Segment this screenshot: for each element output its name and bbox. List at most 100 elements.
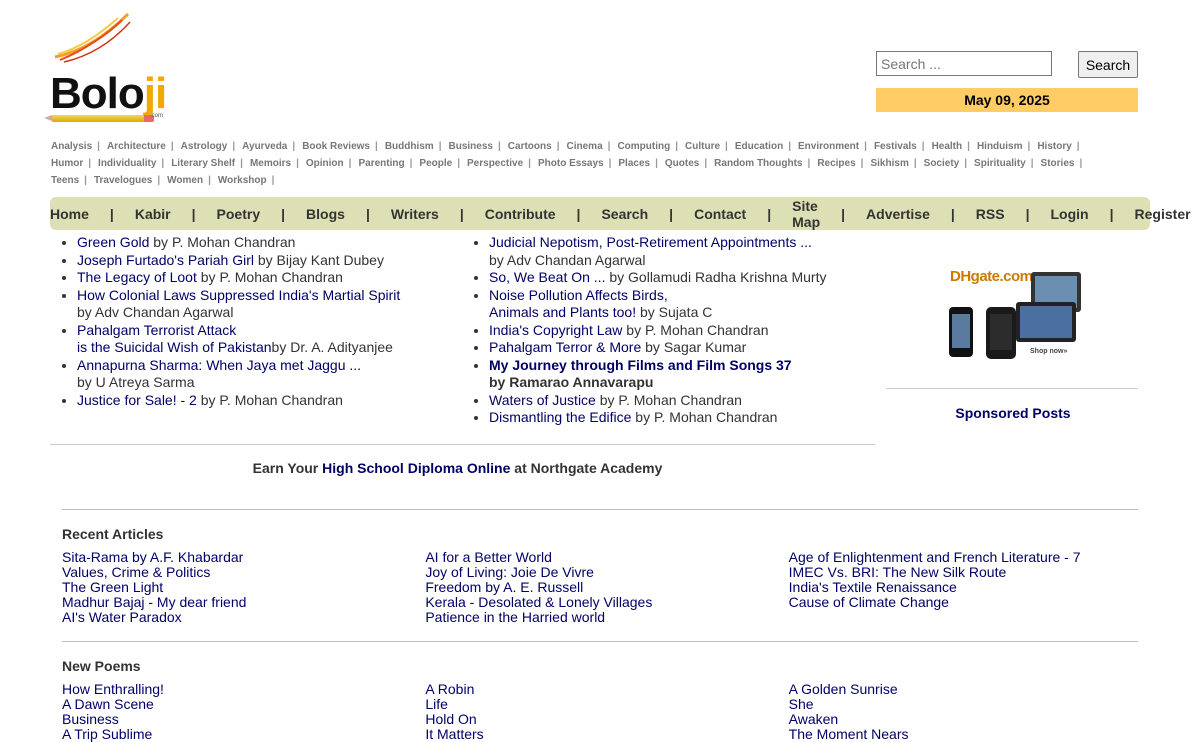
list-item-link[interactable]: Cause of Climate Change: [789, 595, 1152, 610]
category-link[interactable]: Perspective: [467, 158, 523, 169]
list-item-link[interactable]: Life: [425, 697, 788, 712]
featured-article-link[interactable]: Green Gold: [77, 234, 149, 250]
featured-article-link[interactable]: Noise Pollution Affects Birds,: [489, 287, 668, 303]
list-item-link[interactable]: IMEC Vs. BRI: The New Silk Route: [789, 565, 1152, 580]
nav-item-register[interactable]: Register: [1135, 206, 1191, 222]
featured-article-link[interactable]: The Legacy of Loot: [77, 269, 197, 285]
nav-item-login[interactable]: Login: [1051, 206, 1089, 222]
category-link[interactable]: Sikhism: [870, 158, 908, 169]
category-link[interactable]: Literary Shelf: [171, 158, 235, 169]
featured-article-link[interactable]: Pahalgam Terror & More: [489, 339, 641, 355]
featured-article-link[interactable]: So, We Beat On ...: [489, 269, 605, 285]
search-input[interactable]: [876, 51, 1052, 76]
list-item-link[interactable]: India's Textile Renaissance: [789, 580, 1152, 595]
category-link[interactable]: Business: [449, 141, 493, 152]
featured-article-link[interactable]: India's Copyright Law: [489, 322, 622, 338]
category-link[interactable]: Environment: [798, 141, 859, 152]
category-link[interactable]: History: [1037, 141, 1071, 152]
list-item-link[interactable]: A Golden Sunrise: [789, 682, 1152, 697]
featured-article-link[interactable]: Dismantling the Edifice: [489, 409, 631, 425]
list-item-link[interactable]: AI's Water Paradox: [62, 610, 425, 625]
list-item-link[interactable]: Sita-Rama by A.F. Khabardar: [62, 550, 425, 565]
separator: |: [97, 141, 100, 152]
nav-item-kabir[interactable]: Kabir: [135, 206, 171, 222]
category-link[interactable]: Recipes: [817, 158, 855, 169]
category-link[interactable]: Society: [924, 158, 960, 169]
featured-article-link[interactable]: Justice for Sale! - 2: [77, 392, 197, 408]
nav-item-search[interactable]: Search: [601, 206, 648, 222]
nav-item-advertise[interactable]: Advertise: [866, 206, 930, 222]
category-link[interactable]: Festivals: [874, 141, 917, 152]
featured-article-link[interactable]: Animals and Plants too!: [489, 304, 636, 320]
featured-article-link[interactable]: is the Suicidal Wish of Pakistan: [77, 339, 272, 355]
category-link[interactable]: Travelogues: [94, 175, 152, 186]
category-link[interactable]: Individuality: [98, 158, 156, 169]
category-link[interactable]: Cartoons: [508, 141, 552, 152]
category-link[interactable]: Teens: [51, 175, 79, 186]
list-item-link[interactable]: How Enthralling!: [62, 682, 425, 697]
featured-article-link[interactable]: My Journey through Films and Film Songs …: [489, 357, 792, 373]
category-link[interactable]: Photo Essays: [538, 158, 604, 169]
featured-article-link[interactable]: Judicial Nepotism, Post-Retirement Appoi…: [489, 234, 812, 250]
nav-item-rss[interactable]: RSS: [976, 206, 1005, 222]
category-link[interactable]: Astrology: [181, 141, 228, 152]
category-link[interactable]: Book Reviews: [302, 141, 370, 152]
list-item-link[interactable]: Values, Crime & Politics: [62, 565, 425, 580]
category-link[interactable]: Spirituality: [974, 158, 1026, 169]
list-item-link[interactable]: Joy of Living: Joie De Vivre: [425, 565, 788, 580]
separator: |: [1025, 205, 1030, 222]
list-item-link[interactable]: Age of Enlightenment and French Literatu…: [789, 550, 1152, 565]
category-link[interactable]: Hinduism: [977, 141, 1023, 152]
featured-article-link[interactable]: How Colonial Laws Suppressed India's Mar…: [77, 287, 400, 303]
nav-item-writers[interactable]: Writers: [391, 206, 439, 222]
nav-item-blogs[interactable]: Blogs: [306, 206, 345, 222]
list-item-link[interactable]: AI for a Better World: [425, 550, 788, 565]
featured-article-link[interactable]: Joseph Furtado's Pariah Girl: [77, 252, 254, 268]
site-logo[interactable]: Boloji .com: [44, 12, 180, 124]
nav-item-contact[interactable]: Contact: [694, 206, 746, 222]
featured-article-link[interactable]: Annapurna Sharma: When Jaya met Jaggu ..…: [77, 357, 361, 373]
featured-article-link[interactable]: Pahalgam Terrorist Attack: [77, 322, 236, 338]
category-link[interactable]: Random Thoughts: [714, 158, 802, 169]
category-link[interactable]: Buddhism: [385, 141, 434, 152]
category-link[interactable]: Places: [618, 158, 650, 169]
category-link[interactable]: People: [419, 158, 452, 169]
separator: |: [271, 175, 275, 186]
category-link[interactable]: Opinion: [306, 158, 344, 169]
category-link[interactable]: Analysis: [51, 141, 92, 152]
category-link[interactable]: Education: [735, 141, 783, 152]
list-item-link[interactable]: Hold On: [425, 712, 788, 727]
list-item-link[interactable]: A Robin: [425, 682, 788, 697]
list-item-link[interactable]: Kerala - Desolated & Lonely Villages: [425, 595, 788, 610]
search-button[interactable]: Search: [1078, 51, 1138, 78]
category-link[interactable]: Parenting: [358, 158, 404, 169]
promo-link[interactable]: High School Diploma Online: [322, 460, 510, 476]
category-link[interactable]: Culture: [685, 141, 720, 152]
list-item-link[interactable]: Business: [62, 712, 425, 727]
nav-item-home[interactable]: Home: [50, 206, 89, 222]
list-item-link[interactable]: The Green Light: [62, 580, 425, 595]
category-link[interactable]: Health: [932, 141, 963, 152]
category-link[interactable]: Humor: [51, 158, 83, 169]
nav-item-contribute[interactable]: Contribute: [485, 206, 556, 222]
category-link[interactable]: Memoirs: [250, 158, 291, 169]
category-link[interactable]: Architecture: [107, 141, 166, 152]
nav-item-poetry[interactable]: Poetry: [217, 206, 261, 222]
list-item-link[interactable]: A Dawn Scene: [62, 697, 425, 712]
category-link[interactable]: Ayurveda: [242, 141, 287, 152]
list-item-link[interactable]: Freedom by A. E. Russell: [425, 580, 788, 595]
category-link[interactable]: Cinema: [567, 141, 603, 152]
list-item-link[interactable]: Awaken: [789, 712, 1152, 727]
list-item-link[interactable]: Madhur Bajaj - My dear friend: [62, 595, 425, 610]
category-link[interactable]: Quotes: [665, 158, 699, 169]
featured-article-link[interactable]: Waters of Justice: [489, 392, 596, 408]
list-item-link[interactable]: She: [789, 697, 1152, 712]
category-link[interactable]: Computing: [617, 141, 670, 152]
list-item-link[interactable]: Patience in the Harried world: [425, 610, 788, 625]
dhgate-ad[interactable]: DHgate.com Shop now»: [946, 262, 1086, 362]
category-link[interactable]: Women: [167, 175, 203, 186]
category-link[interactable]: Workshop: [218, 175, 267, 186]
sponsored-posts-link[interactable]: Sponsored Posts: [886, 405, 1140, 421]
nav-item-site-map[interactable]: Site Map: [792, 198, 820, 230]
category-link[interactable]: Stories: [1041, 158, 1075, 169]
